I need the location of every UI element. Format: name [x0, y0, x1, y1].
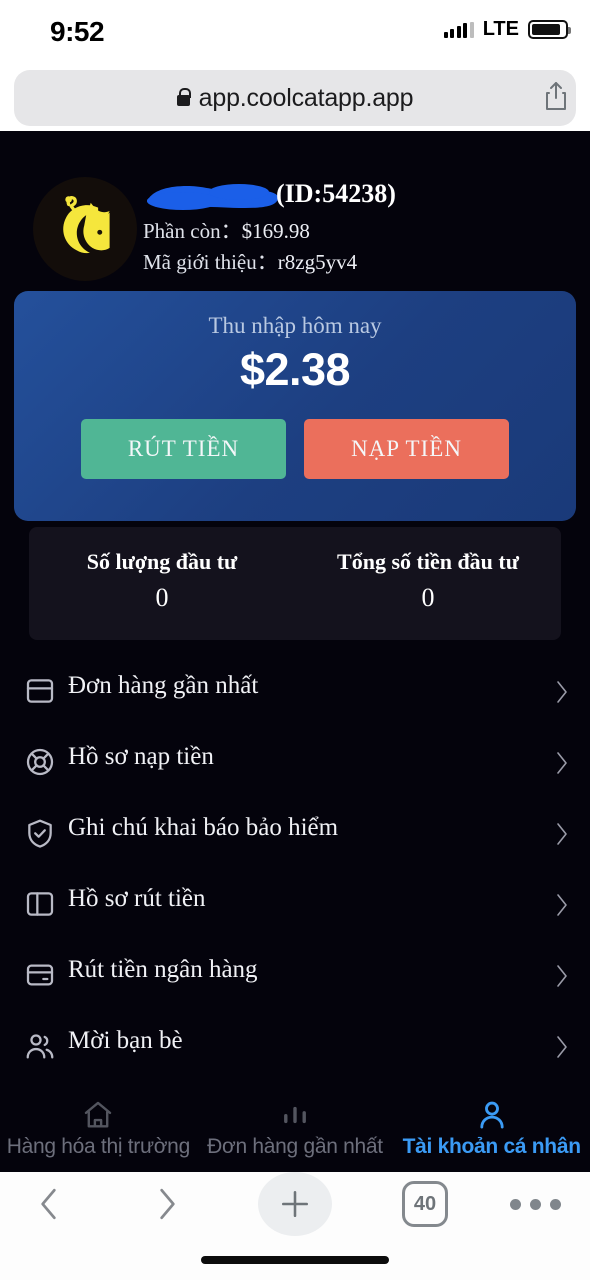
person-icon: [480, 1101, 504, 1129]
home-icon: [85, 1101, 112, 1128]
bar-chart-icon: [284, 1106, 306, 1124]
battery-icon: [528, 20, 571, 39]
stat-title: Tổng số tiền đầu tư: [337, 549, 519, 574]
menu-item-deposit-records[interactable]: Hồ sơ nạp tiền: [0, 727, 590, 798]
chevron-right-icon: [160, 1188, 175, 1220]
ellipsis-icon: [509, 1198, 561, 1210]
account-menu-list: Đơn hàng gần nhất Hồ sơ nạp tiền Ghi chú…: [0, 656, 590, 1082]
web-page-content: (ID:54238) Phần còn：$169.98 Mã giới thiệ…: [0, 131, 590, 1172]
tab-label: Tài khoản cá nhân: [402, 1135, 581, 1158]
new-tab-button[interactable]: [258, 1172, 332, 1236]
back-button[interactable]: [14, 1176, 84, 1232]
menu-item-invite-friends[interactable]: Mời bạn bè: [0, 1011, 590, 1082]
chevron-right-icon: [554, 820, 570, 848]
earnings-amount: $2.38: [239, 344, 351, 395]
menu-item-label: Hồ sơ rút tiền: [68, 885, 206, 912]
lifebuoy-icon: [24, 746, 56, 778]
stat-value: 0: [155, 583, 169, 612]
referral-label: Mã giới thiệu：: [143, 250, 278, 274]
withdraw-button[interactable]: RÚT TIỀN: [81, 419, 286, 479]
ios-status-bar: 9:52 LTE: [0, 0, 590, 62]
chevron-right-icon: [554, 1033, 570, 1061]
network-type-label: LTE: [482, 18, 519, 40]
tab-label: Đơn hàng gần nhất: [207, 1135, 383, 1158]
status-bar-indicators: LTE: [443, 18, 571, 41]
tab-label: Hàng hóa thị trường: [6, 1135, 191, 1158]
menu-item-label: Đơn hàng gần nhất: [68, 672, 259, 699]
tab-market-goods[interactable]: Hàng hóa thị trường: [0, 1092, 197, 1172]
credit-card-icon: [24, 959, 56, 991]
chevron-right-icon: [554, 678, 570, 706]
share-icon[interactable]: [544, 81, 568, 111]
menu-item-bank-withdrawal[interactable]: Rút tiền ngân hàng: [0, 940, 590, 1011]
cat-moon-logo: [63, 196, 110, 254]
phone-screen: 9:52 LTE app.coolcatapp.app (ID:54238) P…: [0, 0, 590, 1280]
menu-item-insurance-declaration[interactable]: Ghi chú khai báo bảo hiểm: [0, 798, 590, 869]
stat-value: 0: [421, 583, 435, 612]
lock-icon: [176, 88, 192, 106]
menu-item-withdrawal-records[interactable]: Hồ sơ rút tiền: [0, 869, 590, 940]
more-button[interactable]: [500, 1176, 570, 1232]
users-icon: [24, 1030, 56, 1062]
user-id-label: (ID:54238): [276, 179, 396, 208]
stat-investment-count: Số lượng đầu tư 0: [29, 549, 295, 613]
profile-header: (ID:54238) Phần còn：$169.98 Mã giới thiệ…: [0, 131, 590, 281]
forward-button[interactable]: [132, 1176, 202, 1232]
chevron-left-icon: [41, 1188, 56, 1220]
menu-item-label: Mời bạn bè: [68, 1027, 183, 1054]
deposit-button[interactable]: NẠP TIỀN: [304, 419, 509, 479]
status-bar-time: 9:52: [50, 16, 105, 47]
home-indicator: [201, 1256, 389, 1264]
balance-value: $169.98: [241, 219, 310, 243]
chevron-right-icon: [554, 891, 570, 919]
plus-icon: [281, 1190, 309, 1218]
tab-recent-orders[interactable]: Đơn hàng gần nhất: [197, 1092, 394, 1172]
stat-investment-total: Tổng số tiền đầu tư 0: [295, 549, 561, 613]
browser-bottom-toolbar: 40: [0, 1172, 590, 1280]
menu-item-label: Ghi chú khai báo bảo hiểm: [68, 814, 339, 841]
earnings-card: Thu nhập hôm nay $2.38 RÚT TIỀN NẠP TIỀN: [14, 291, 576, 521]
chevron-right-icon: [554, 749, 570, 777]
columns-panel-icon: [24, 888, 56, 920]
balance-label: Phần còn：: [143, 219, 242, 243]
url-text: app.coolcatapp.app: [198, 83, 414, 112]
tab-personal-account[interactable]: Tài khoản cá nhân: [393, 1092, 590, 1172]
avatar[interactable]: [33, 177, 137, 281]
menu-item-label: Rút tiền ngân hàng: [68, 956, 258, 983]
referral-row: Mã giới thiệu：r8zg5yv4: [143, 246, 357, 276]
stat-title: Số lượng đầu tư: [86, 549, 238, 574]
shield-check-icon: [24, 817, 56, 849]
username-row: (ID:54238): [143, 179, 563, 213]
url-bar[interactable]: app.coolcatapp.app: [14, 70, 576, 126]
investment-stats-panel: Số lượng đầu tư 0 Tổng số tiền đầu tư 0: [29, 527, 561, 640]
cellular-signal-icon: [443, 21, 474, 38]
earnings-title: Thu nhập hôm nay: [208, 313, 382, 338]
referral-code: r8zg5yv4: [277, 250, 358, 274]
menu-item-recent-orders[interactable]: Đơn hàng gần nhất: [0, 656, 590, 727]
app-bottom-tab-bar: Hàng hóa thị trường Đơn hàng gần nhất Tà…: [0, 1092, 590, 1172]
chevron-right-icon: [554, 962, 570, 990]
tab-count-label: 40: [402, 1181, 448, 1227]
browser-url-bar-container: app.coolcatapp.app: [0, 66, 590, 131]
tabs-button[interactable]: 40: [392, 1176, 458, 1232]
balance-row: Phần còn：$169.98: [143, 215, 310, 245]
username-redaction-scribble: [147, 184, 279, 210]
menu-item-label: Hồ sơ nạp tiền: [68, 743, 214, 770]
rows-panel-icon: [24, 675, 56, 707]
